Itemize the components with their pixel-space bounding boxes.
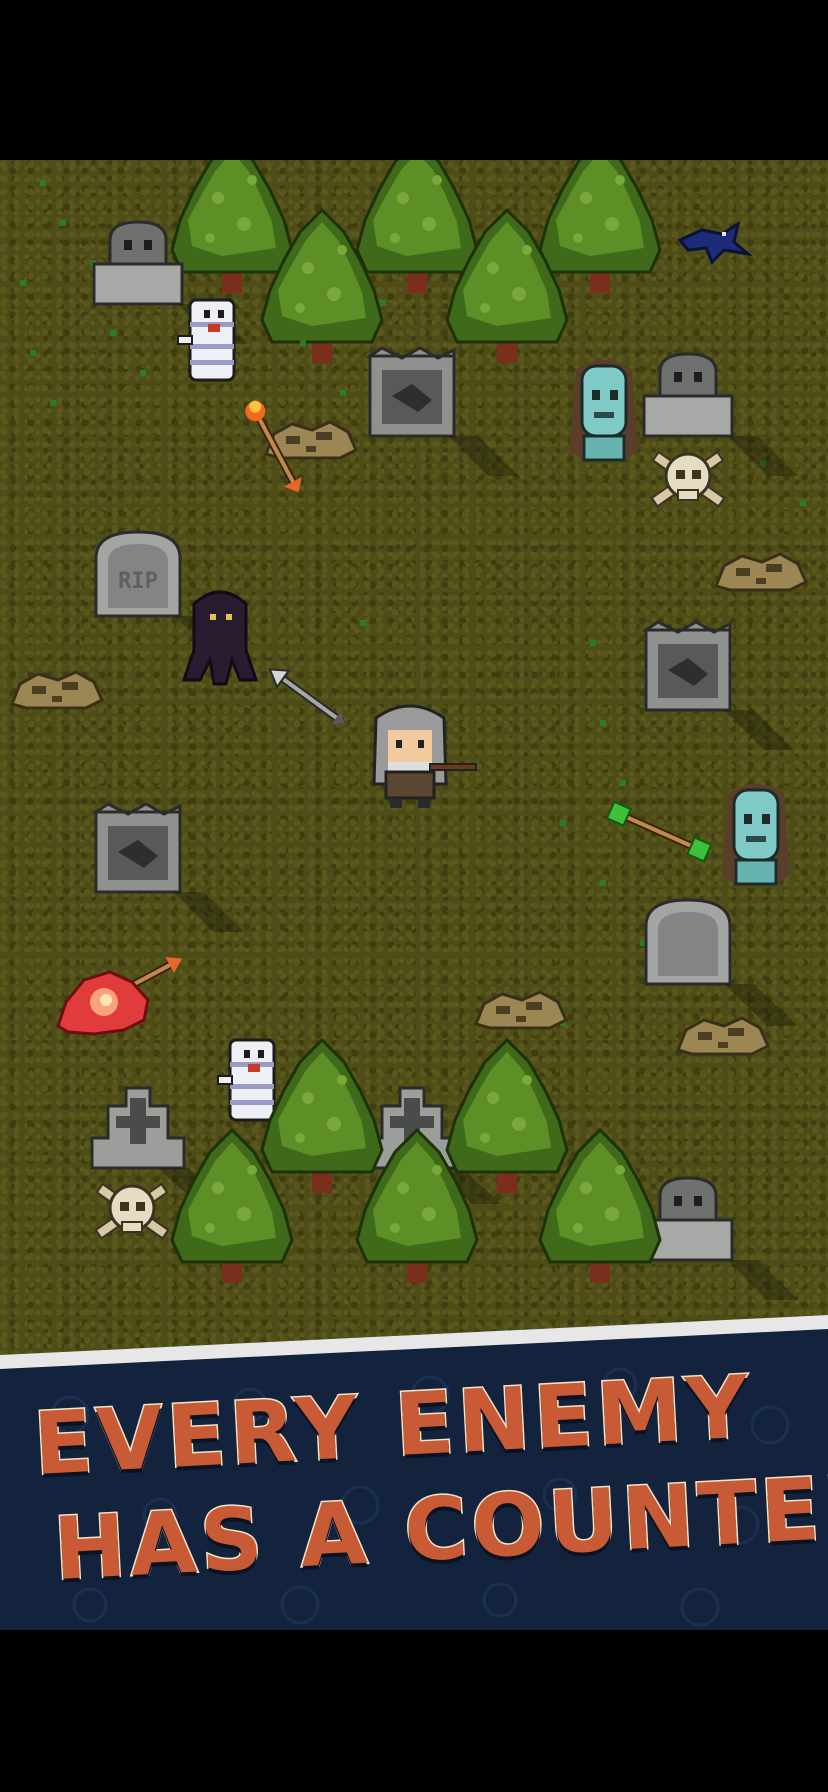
game-scene: RIP bbox=[0, 160, 828, 1360]
dirt-mound bbox=[10, 670, 104, 710]
tombstone-icon bbox=[94, 802, 246, 934]
rip-text: RIP bbox=[118, 569, 158, 594]
top-letterbox bbox=[0, 0, 828, 160]
tombstone-icon bbox=[642, 1176, 800, 1302]
tombstone-icon bbox=[644, 620, 796, 752]
dirt-mound bbox=[714, 552, 808, 592]
tombstone-icon bbox=[368, 346, 520, 478]
zombie-icon bbox=[568, 358, 640, 462]
shadow-ghoul-icon bbox=[182, 590, 258, 686]
pine-tree-icon bbox=[260, 1038, 384, 1195]
mummy-icon bbox=[216, 1038, 276, 1122]
skull-crossbones-icon bbox=[94, 1182, 170, 1240]
crow-icon bbox=[678, 222, 750, 264]
pine-tree-icon bbox=[445, 1038, 569, 1195]
zombie-icon bbox=[720, 782, 792, 886]
bottom-letterbox bbox=[0, 1630, 828, 1792]
tombstone-icon bbox=[644, 898, 800, 1028]
promo-banner: EVERY ENEMY HAS A COUNTER bbox=[0, 1315, 828, 1630]
pine-tree-icon bbox=[538, 160, 662, 295]
dirt-mound bbox=[676, 1016, 770, 1056]
player-archer bbox=[372, 704, 477, 808]
arrow-icon bbox=[268, 668, 345, 725]
pine-tree-icon bbox=[355, 160, 479, 295]
skull-crossbones-icon bbox=[650, 450, 726, 508]
dirt-mound bbox=[474, 990, 568, 1030]
pine-tree-icon bbox=[170, 160, 294, 295]
poison-arrow-icon bbox=[605, 800, 713, 863]
